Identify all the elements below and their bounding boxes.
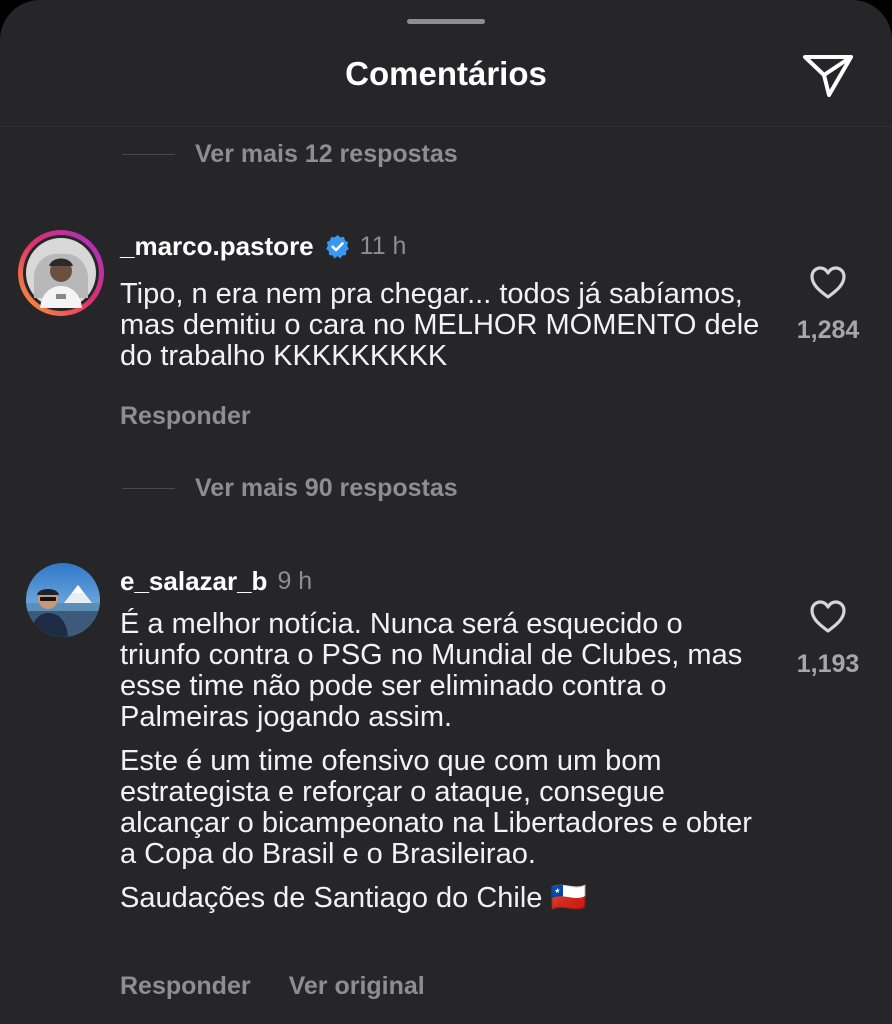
thread-line xyxy=(122,153,175,155)
comment-meta: _marco.pastore 11 h xyxy=(120,231,406,262)
verified-badge-icon xyxy=(325,235,349,259)
heart-icon[interactable] xyxy=(808,598,848,636)
drag-handle[interactable] xyxy=(407,19,485,24)
avatar[interactable] xyxy=(26,563,100,637)
view-more-replies-button[interactable]: Ver mais 12 respostas xyxy=(122,134,458,174)
reply-button[interactable]: Responder xyxy=(120,402,251,431)
see-original-button[interactable]: Ver original xyxy=(289,972,425,1001)
comment-paragraph: Saudações de Santiago do Chile 🇨🇱 xyxy=(120,882,587,914)
view-more-replies-label: Ver mais 90 respostas xyxy=(195,473,458,502)
thread-line xyxy=(122,487,175,489)
share-button[interactable] xyxy=(800,50,856,100)
comment-paragraph: Este é um time ofensivo que com um bom e… xyxy=(120,745,752,870)
comment-text: É a melhor notícia. Nunca será esquecido… xyxy=(120,609,770,914)
view-more-replies-button[interactable]: Ver mais 90 respostas xyxy=(122,468,458,508)
header-divider xyxy=(0,126,892,127)
avatar[interactable] xyxy=(16,228,106,318)
comment-paragraph: É a melhor notícia. Nunca será esquecido… xyxy=(120,608,743,733)
comment-actions: Responder Ver original xyxy=(120,972,425,1001)
heart-icon[interactable] xyxy=(808,264,848,302)
paper-plane-icon xyxy=(803,55,853,97)
like-count: 1,284 xyxy=(796,316,860,344)
comment-username[interactable]: e_salazar_b xyxy=(120,566,267,597)
like-control: 1,193 xyxy=(780,598,876,679)
like-count: 1,193 xyxy=(796,650,860,678)
comments-sheet: Comentários Ver mais 12 respostas _marco… xyxy=(0,0,892,1024)
comment-timestamp: 9 h xyxy=(277,567,313,595)
comment-username[interactable]: _marco.pastore xyxy=(120,231,314,262)
comment-paragraph: Tipo, n era nem pra chegar... todos já s… xyxy=(120,278,760,372)
comment-text: Tipo, n era nem pra chegar... todos já s… xyxy=(120,279,770,372)
comment-meta: e_salazar_b 9 h xyxy=(120,566,312,597)
comment-actions: Responder xyxy=(120,402,251,431)
comment-timestamp: 11 h xyxy=(359,232,407,260)
sheet-title: Comentários xyxy=(345,55,547,92)
like-control: 1,284 xyxy=(780,264,876,345)
reply-button[interactable]: Responder xyxy=(120,972,251,1001)
view-more-replies-label: Ver mais 12 respostas xyxy=(195,139,458,168)
